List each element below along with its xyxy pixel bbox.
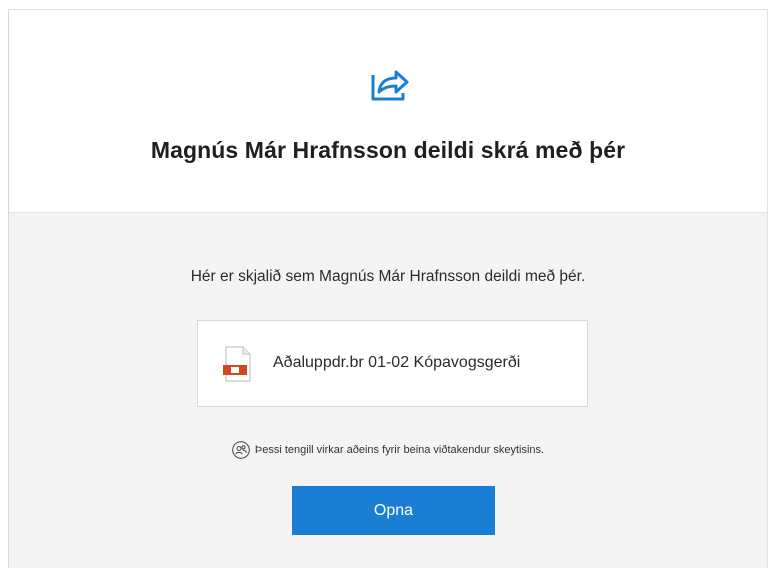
people-icon bbox=[232, 441, 250, 459]
intro-text: Hér er skjalið sem Magnús Már Hrafnsson … bbox=[190, 268, 586, 285]
pdf-file-icon bbox=[223, 346, 251, 382]
shared-file-link[interactable]: Aðaluppdr.br 01-02 Kópavogsgerði bbox=[197, 320, 588, 407]
recipient-note: Þessi tengill virkar aðeins fyrir beina … bbox=[9, 441, 767, 459]
recipient-note-text: Þessi tengill virkar aðeins fyrir beina … bbox=[254, 444, 545, 456]
open-button[interactable]: Opna bbox=[292, 486, 495, 535]
share-arrow-icon bbox=[371, 70, 409, 101]
share-body: Hér er skjalið sem Magnús Már Hrafnsson … bbox=[9, 213, 767, 568]
shared-file-name: Aðaluppdr.br 01-02 Kópavogsgerði bbox=[273, 354, 521, 371]
share-card: Magnús Már Hrafnsson deildi skrá með þér… bbox=[8, 9, 768, 568]
page-title: Magnús Már Hrafnsson deildi skrá með þér bbox=[150, 137, 626, 163]
share-header: Magnús Már Hrafnsson deildi skrá með þér bbox=[9, 10, 767, 213]
